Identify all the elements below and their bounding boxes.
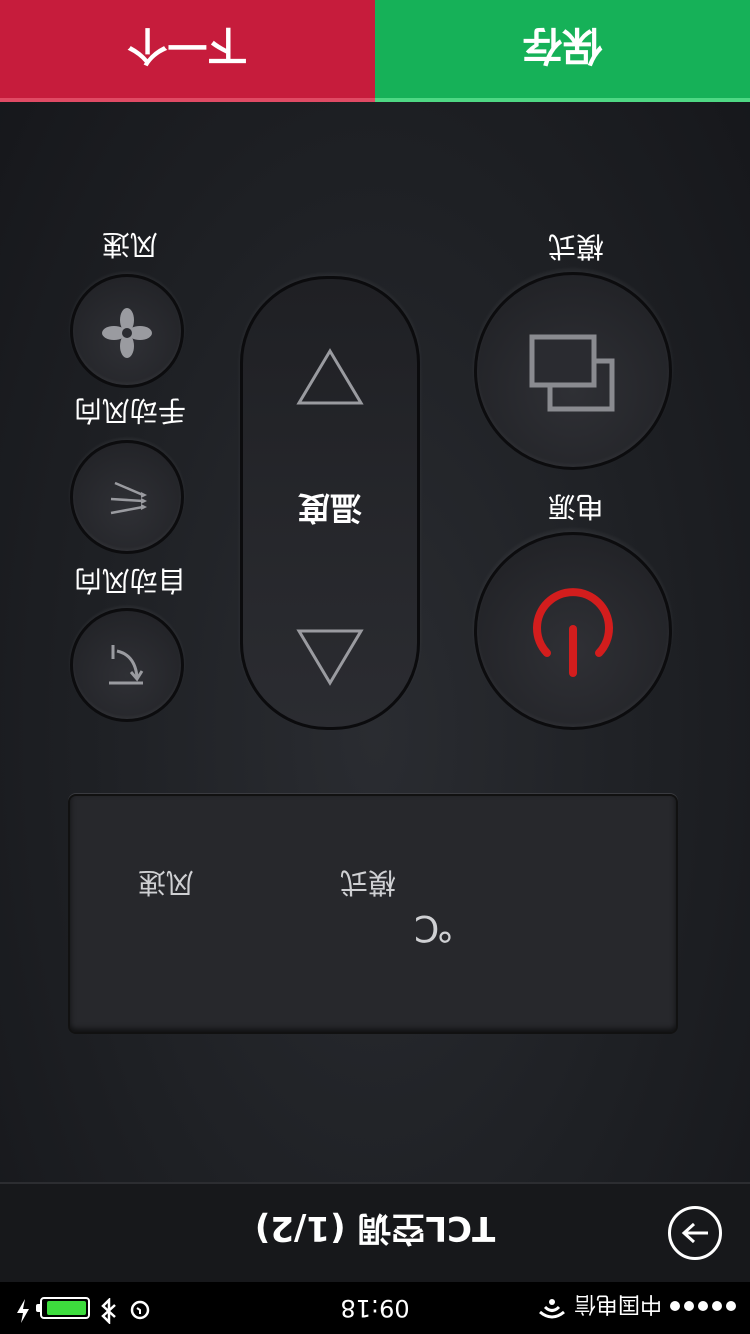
bluetooth-icon: [100, 1292, 118, 1326]
manual-swing-button[interactable]: [70, 440, 184, 554]
manual-swing-icon: [99, 467, 155, 527]
mode-label: 模式: [548, 230, 605, 263]
temperature-down-button[interactable]: [295, 347, 365, 407]
manual-swing-label: 手动风向: [74, 394, 187, 427]
save-button[interactable]: 保存: [375, 0, 750, 102]
status-bar: 中国电信 09:18: [0, 1282, 750, 1334]
fan-speed-button[interactable]: [70, 274, 184, 388]
power-icon: [525, 581, 621, 681]
power-label: 电源: [548, 490, 605, 523]
arrow-right-circle-icon[interactable]: [668, 1206, 722, 1260]
status-display: ℃ 模式 风速: [68, 794, 678, 1034]
mode-button[interactable]: [474, 272, 672, 470]
display-temperature: ℃: [413, 907, 454, 948]
remote-screen: 中国电信 09:18 TCL空调 (1/2) ℃ 模式 风速 电源 模式 温度 …: [0, 0, 750, 1334]
temperature-label: 温度: [298, 489, 363, 527]
battery-icon: [40, 1297, 90, 1319]
page-title: TCL空调 (1/2): [254, 1208, 496, 1248]
display-fan-speed-label: 风速: [137, 866, 194, 899]
fan-icon: [99, 301, 155, 361]
display-mode-label: 模式: [339, 866, 396, 899]
mode-icon: [528, 329, 618, 413]
next-button[interactable]: 下一个: [0, 0, 375, 102]
auto-swing-button[interactable]: [70, 608, 184, 722]
auto-swing-label: 自动风向: [74, 564, 187, 597]
temperature-control: 温度: [240, 276, 420, 730]
fan-speed-label: 风速: [102, 228, 159, 261]
title-bar: TCL空调 (1/2): [0, 1182, 750, 1282]
temperature-up-button[interactable]: [295, 627, 365, 687]
power-button[interactable]: [474, 532, 672, 730]
auto-swing-icon: [99, 635, 155, 695]
alarm-icon: [128, 1293, 152, 1323]
charging-icon: [16, 1293, 30, 1323]
